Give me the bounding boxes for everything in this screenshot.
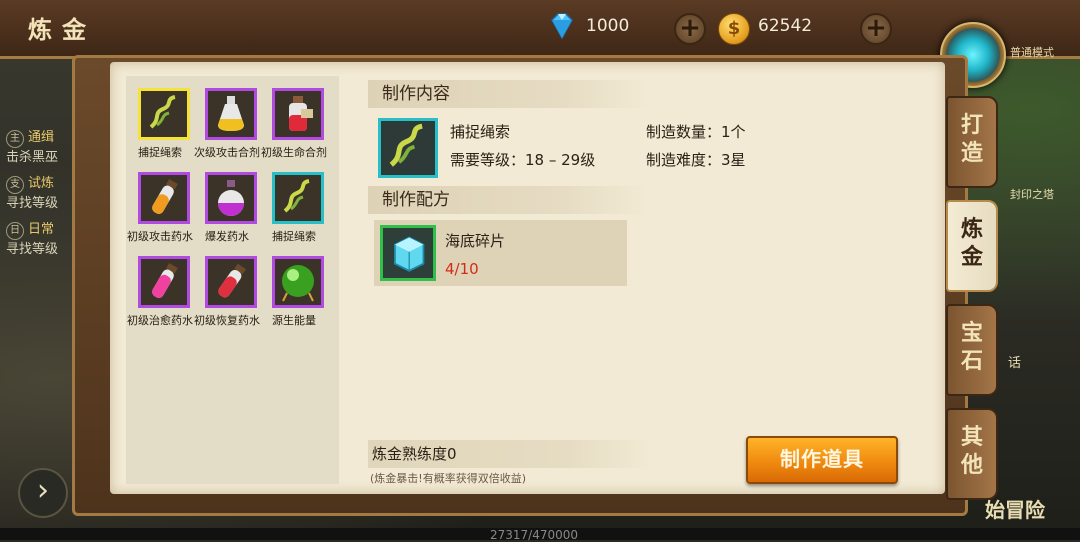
quest-item[interactable]: 主通缉 击杀黑巫 <box>6 128 76 168</box>
section-title-recipe: 制作配方 <box>368 186 648 214</box>
material-count: 4/10 <box>445 260 479 278</box>
mode-label: 普通模式 <box>1010 46 1054 59</box>
crystal-shard-icon <box>394 236 425 272</box>
tab-forge[interactable]: 打造 <box>946 96 998 188</box>
talk-label: 话 <box>1008 356 1022 371</box>
coin-icon: $ <box>718 13 750 45</box>
tab-alchemy[interactable]: 炼金 <box>946 200 998 292</box>
quest-item[interactable]: 日日常 寻找等级 <box>6 220 76 260</box>
add-gems-button[interactable]: + <box>674 13 706 45</box>
tab-gem[interactable]: 宝石 <box>946 304 998 396</box>
diamond-icon <box>551 13 573 40</box>
product-name: 捕捉绳索 <box>450 123 511 141</box>
recipe-item[interactable]: 次级攻击合剂 <box>194 82 260 162</box>
make-count: 制造数量：1个 <box>646 123 746 141</box>
red-vial-icon <box>218 263 246 298</box>
purple-flask-icon <box>218 180 244 216</box>
page-title: 炼金 <box>28 16 96 44</box>
green-orb-icon <box>282 265 314 302</box>
material-slot[interactable] <box>380 225 436 281</box>
recipe-item[interactable]: 捕捉绳索 <box>127 82 193 162</box>
recipe-item[interactable]: 初级攻击药水 <box>127 166 193 246</box>
quest-item[interactable]: 支试炼 寻找等级 <box>6 174 76 214</box>
product-slot[interactable] <box>378 118 438 178</box>
recipe-item[interactable]: 初级生命合剂 <box>261 82 327 162</box>
gem-count: 1000 <box>586 16 630 36</box>
recipe-item[interactable]: 爆发药水 <box>194 166 260 246</box>
tab-other[interactable]: 其他 <box>946 408 998 500</box>
coin-count: 62542 <box>758 16 813 36</box>
recipe-item[interactable]: 初级恢复药水 <box>194 250 260 330</box>
rope-icon <box>389 123 423 167</box>
rope-icon <box>149 95 176 129</box>
tower-label: 封印之塔 <box>1010 188 1054 201</box>
make-difficulty: 制造难度：3星 <box>646 151 746 169</box>
recipe-item[interactable]: 初级治愈药水 <box>127 250 193 330</box>
rope-icon <box>283 179 310 213</box>
material-name: 海底碎片 <box>445 232 506 250</box>
proficiency-label: 炼金熟练度0 <box>368 440 652 468</box>
yellow-potion-icon <box>218 96 244 131</box>
quest-tracker: 主通缉 击杀黑巫 支试炼 寻找等级 日日常 寻找等级 <box>6 128 76 266</box>
xp-bar: 27317/470000 <box>0 528 1080 542</box>
add-coins-button[interactable]: + <box>860 13 892 45</box>
pink-vial-icon <box>152 263 178 298</box>
recipe-item[interactable]: 源生能量 <box>261 250 327 330</box>
section-title-content: 制作内容 <box>368 80 648 108</box>
adventure-label[interactable]: 始冒险 <box>985 494 1045 523</box>
recipe-item[interactable]: 捕捉绳索 <box>261 166 327 246</box>
expand-arrow-icon[interactable]: › <box>18 468 68 518</box>
crit-note: (炼金暴击!有概率获得双倍收益) <box>370 472 526 485</box>
make-item-button[interactable]: 制作道具 <box>746 436 898 484</box>
orange-vial-icon <box>152 179 178 214</box>
red-potion-icon <box>289 96 313 131</box>
level-requirement: 需要等级：18 – 29级 <box>450 151 596 169</box>
top-bar: 炼金 1000 + $ 62542 + <box>0 0 1080 59</box>
